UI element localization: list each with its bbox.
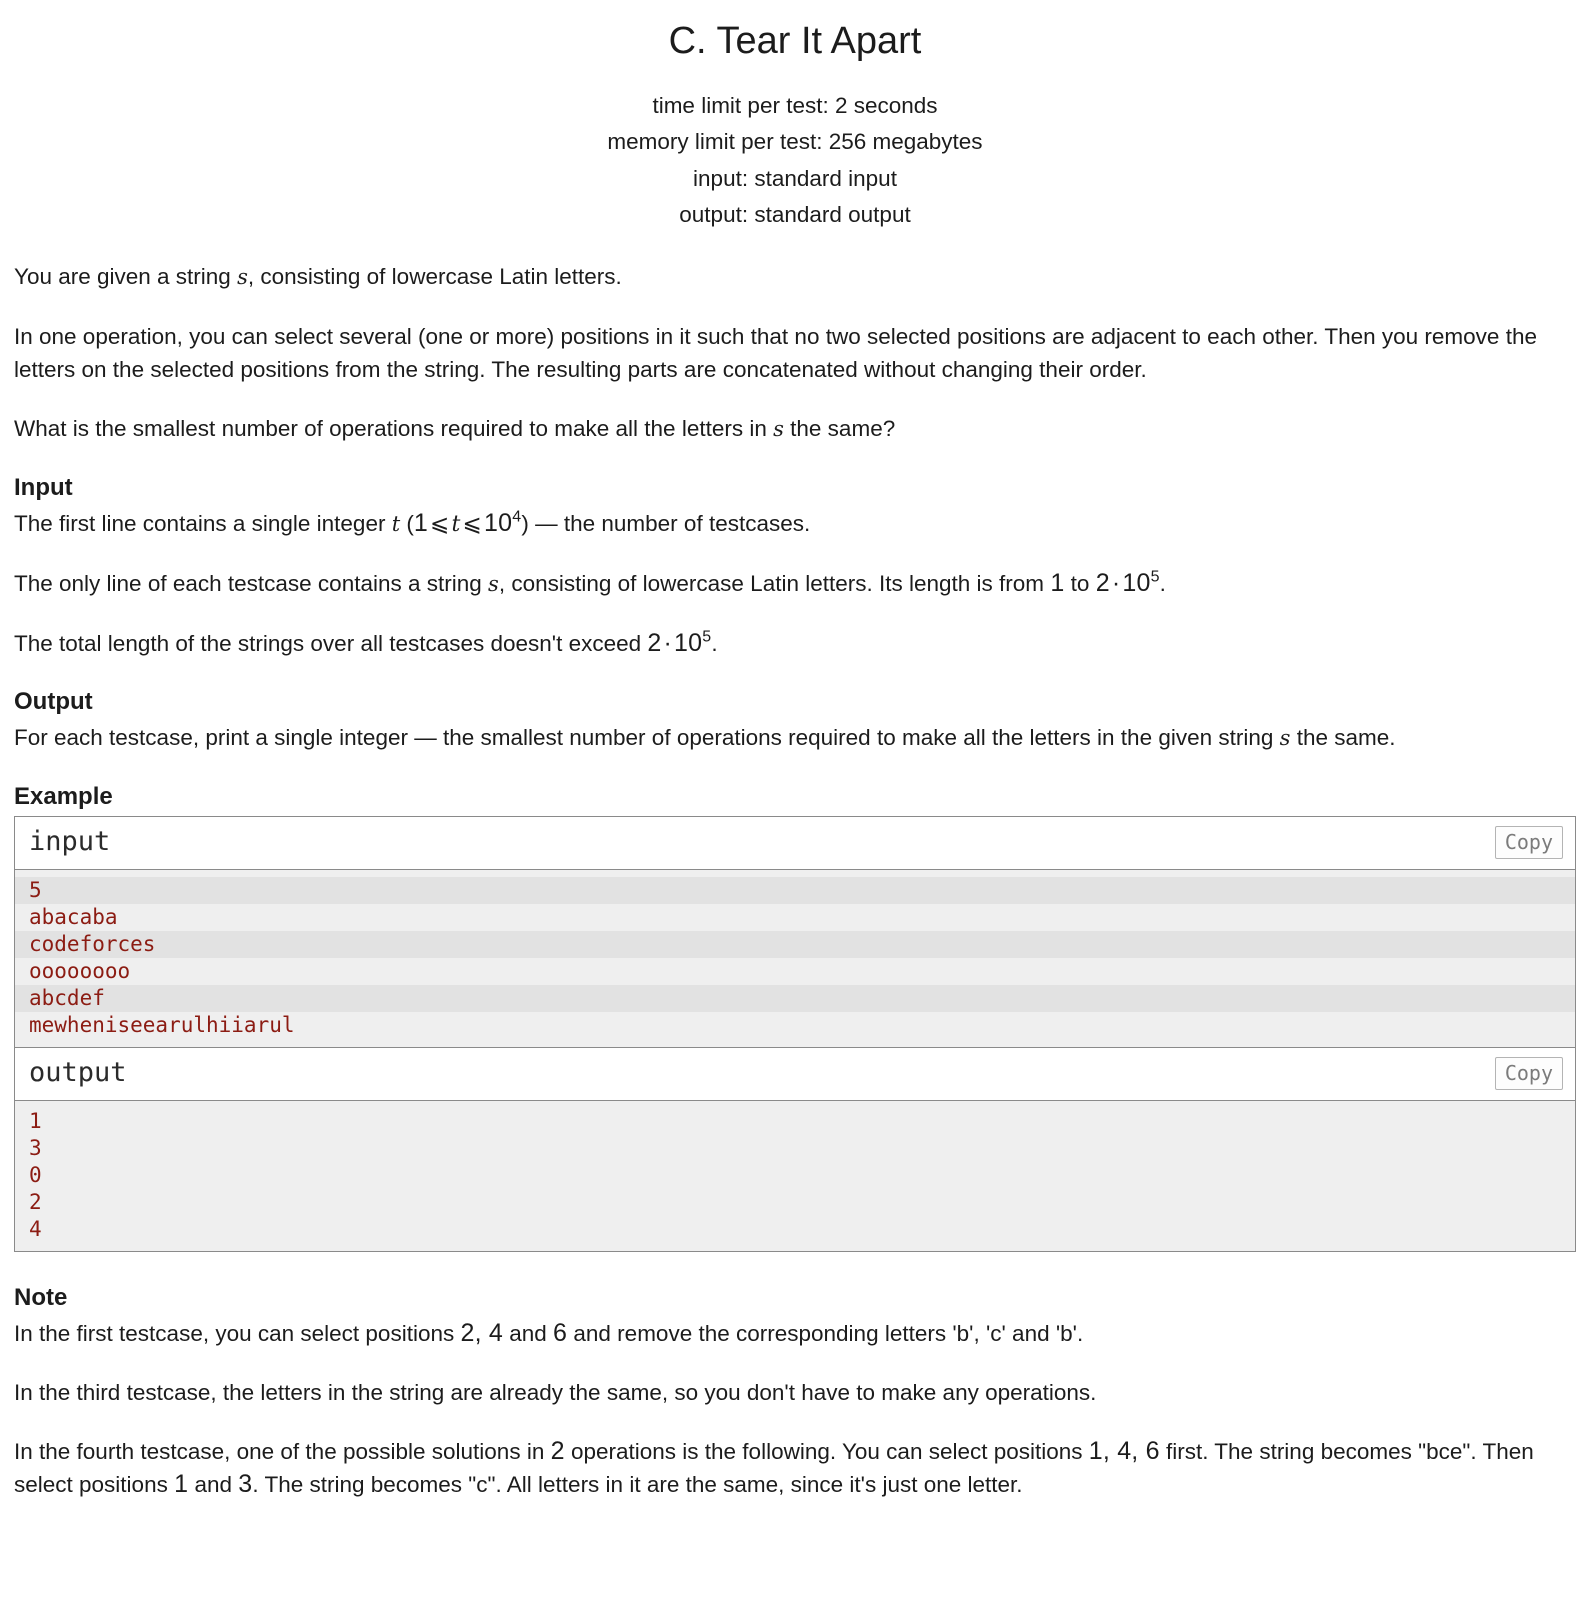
problem-statement: You are given a string s, consisting of … bbox=[14, 234, 1576, 446]
multiplication-dot: · bbox=[1111, 568, 1121, 597]
sample-output-box: output Copy 1 3 0 2 4 bbox=[14, 1048, 1576, 1253]
input-p1-variable-t: t bbox=[391, 511, 401, 536]
note-n1-text-mid: and bbox=[502, 1321, 554, 1347]
input-paragraph-2: The only line of each testcase contains … bbox=[14, 567, 1576, 601]
input-p2-text-a: The only line of each testcase contains … bbox=[14, 570, 489, 596]
input-p1-text-c: ) — the number of testcases. bbox=[521, 510, 811, 536]
example-section: Example input Copy 5 abacaba codeforces … bbox=[14, 781, 1576, 1253]
note-paragraph-3: In the fourth testcase, one of the possi… bbox=[14, 1435, 1576, 1501]
length-base: 10 bbox=[1122, 568, 1151, 597]
time-limit: time limit per test: 2 seconds bbox=[652, 92, 938, 118]
input-paragraph-1: The first line contains a single integer… bbox=[14, 507, 1576, 541]
sample-output-line: 1 bbox=[29, 1109, 42, 1134]
note-n3-text-b: operations is the following. You can sel… bbox=[564, 1439, 1089, 1465]
sample-output-body[interactable]: 1 3 0 2 4 bbox=[15, 1101, 1575, 1252]
input-p1-constraint: 1⩽t⩽104 bbox=[414, 509, 521, 537]
input-p3-text-a: The total length of the strings over all… bbox=[14, 630, 648, 656]
length-coefficient: 2 bbox=[1095, 568, 1110, 597]
note-n3-text-d: . The string becomes "c". All letters in… bbox=[252, 1472, 1023, 1498]
output-paragraph-1: For each testcase, print a single intege… bbox=[14, 721, 1576, 755]
note-n3-position-1: 1 bbox=[174, 1470, 189, 1499]
input-p2-text-b: , consisting of lowercase Latin letters.… bbox=[498, 570, 1051, 596]
total-exponent: 5 bbox=[702, 628, 712, 646]
sample-input-box: input Copy 5 abacaba codeforces oooooooo… bbox=[14, 816, 1576, 1049]
input-mode: input: standard input bbox=[693, 165, 897, 191]
note-n1-positions-last: 6 bbox=[553, 1319, 568, 1348]
sample-input-line: oooooooo bbox=[15, 958, 1575, 986]
note-n3-positions-first: 1, 4, 6 bbox=[1088, 1437, 1160, 1466]
copy-input-button[interactable]: Copy bbox=[1494, 826, 1563, 860]
statement-p1-variable: s bbox=[237, 264, 248, 289]
memory-limit: memory limit per test: 256 megabytes bbox=[607, 129, 983, 154]
total-coefficient: 2 bbox=[647, 628, 662, 657]
statement-p3-text-a: What is the smallest number of operation… bbox=[14, 415, 774, 441]
input-paragraph-3: The total length of the strings over all… bbox=[14, 627, 1576, 660]
constraint-rel-1: ⩽ bbox=[430, 509, 450, 536]
multiplication-dot: · bbox=[663, 628, 673, 657]
length-lower-bound: 1 bbox=[1050, 568, 1065, 597]
note-section-heading: Note bbox=[14, 1284, 68, 1312]
example-section-heading: Example bbox=[14, 782, 113, 810]
input-p3-text-b: . bbox=[711, 630, 718, 656]
problem-header: C. Tear It Apart time limit per test: 2 … bbox=[14, 0, 1576, 234]
input-p1-text-b: ( bbox=[400, 510, 414, 536]
note-section: Note In the first testcase, you can sele… bbox=[14, 1282, 1576, 1567]
statement-p3-variable: s bbox=[773, 416, 784, 441]
constraint-rel-2: ⩽ bbox=[462, 509, 483, 536]
note-n1-text-a: In the first testcase, you can select po… bbox=[14, 1321, 461, 1347]
note-n3-text-mid: and bbox=[188, 1472, 239, 1498]
statement-p3-text-b: the same? bbox=[783, 415, 896, 441]
note-paragraph-1: In the first testcase, you can select po… bbox=[14, 1317, 1576, 1350]
statement-p1-text-b: , consisting of lowercase Latin letters. bbox=[247, 263, 622, 289]
statement-paragraph-2: In one operation, you can select several… bbox=[14, 323, 1537, 382]
output-mode: output: standard output bbox=[679, 202, 911, 227]
problem-page: C. Tear It Apart time limit per test: 2 … bbox=[0, 0, 1590, 1567]
sample-input-label: input bbox=[29, 826, 111, 858]
output-section: Output For each testcase, print a single… bbox=[14, 686, 1576, 755]
length-exponent: 5 bbox=[1150, 568, 1160, 586]
sample-input-line: abcdef bbox=[15, 985, 1575, 1013]
page-title: C. Tear It Apart bbox=[668, 20, 922, 62]
output-p1-text-b: the same. bbox=[1290, 724, 1396, 750]
sample-output-line: 0 bbox=[29, 1163, 42, 1188]
input-p1-text-a: The first line contains a single integer bbox=[14, 510, 392, 536]
output-p1-text-a: For each testcase, print a single intege… bbox=[14, 724, 1280, 750]
constraint-variable-t: t bbox=[451, 511, 461, 537]
sample-input-line: abacaba bbox=[15, 904, 1575, 932]
statement-p1-text-a: You are given a string bbox=[14, 263, 238, 289]
input-p2-text-mid: to bbox=[1064, 570, 1096, 596]
sample-input-line: 5 bbox=[15, 877, 1575, 905]
input-p2-text-c: . bbox=[1159, 570, 1166, 596]
note-n1-text-b: and remove the corresponding letters 'b'… bbox=[567, 1321, 1084, 1347]
statement-paragraph-1: You are given a string s, consisting of … bbox=[14, 260, 1576, 294]
input-p2-variable-s: s bbox=[488, 571, 499, 596]
note-n1-positions-first: 2, 4 bbox=[460, 1319, 503, 1348]
sample-input-line: mewheniseearulhiiarul bbox=[15, 1012, 1575, 1040]
sample-output-line: 4 bbox=[29, 1217, 42, 1242]
output-p1-variable-s: s bbox=[1279, 725, 1291, 750]
constraint-exponent: 4 bbox=[512, 508, 522, 526]
total-base: 10 bbox=[674, 628, 703, 657]
note-paragraph-2: In the third testcase, the letters in th… bbox=[14, 1380, 1097, 1406]
sample-output-line: 2 bbox=[29, 1190, 42, 1215]
output-section-heading: Output bbox=[14, 687, 93, 715]
constraint-base: 10 bbox=[484, 508, 513, 537]
note-n3-position-3: 3 bbox=[238, 1470, 253, 1499]
sample-input-header: input Copy bbox=[15, 817, 1575, 871]
sample-input-body[interactable]: 5 abacaba codeforces oooooooo abcdef mew… bbox=[15, 870, 1575, 1048]
sample-output-line: 3 bbox=[29, 1136, 42, 1161]
sample-input-line: codeforces bbox=[15, 931, 1575, 959]
note-n3-text-a: In the fourth testcase, one of the possi… bbox=[14, 1439, 551, 1465]
sample-output-label: output bbox=[29, 1057, 127, 1089]
note-n3-operation-count: 2 bbox=[550, 1437, 565, 1466]
length-upper-bound: 2·105 bbox=[1096, 569, 1160, 597]
total-length-bound: 2·105 bbox=[647, 629, 711, 657]
sample-output-header: output Copy bbox=[15, 1048, 1575, 1102]
statement-paragraph-3: What is the smallest number of operation… bbox=[14, 412, 1576, 446]
input-section: Input The first line contains a single i… bbox=[14, 472, 1576, 660]
constraint-lower-bound: 1 bbox=[413, 508, 429, 537]
copy-output-button[interactable]: Copy bbox=[1494, 1057, 1563, 1091]
input-section-heading: Input bbox=[14, 473, 73, 501]
